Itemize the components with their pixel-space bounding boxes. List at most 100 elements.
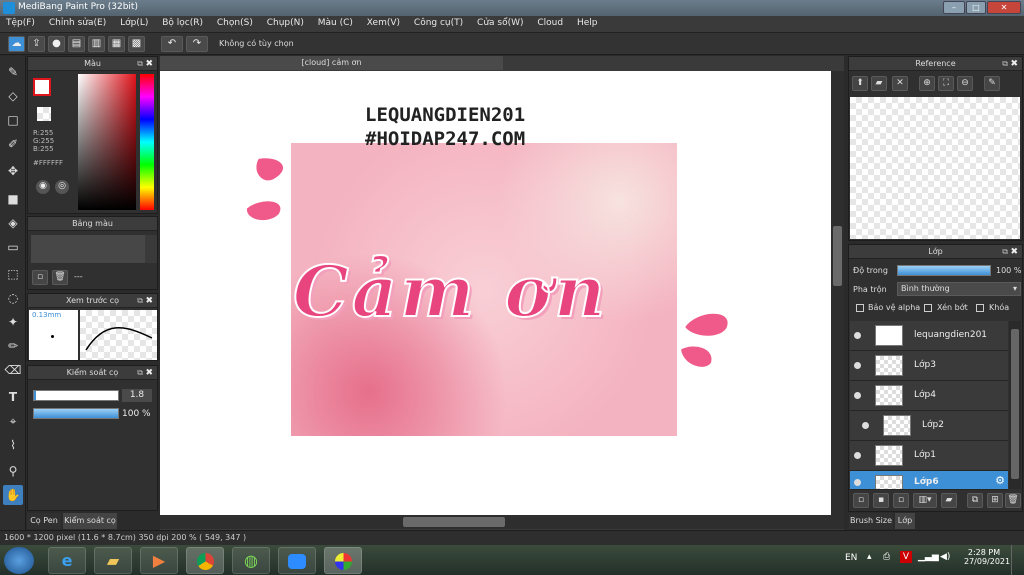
eraser-tool-icon[interactable]: ◇ bbox=[3, 86, 23, 106]
folder-icon[interactable]: ▰ bbox=[871, 76, 887, 91]
lock-checkbox[interactable] bbox=[976, 304, 984, 312]
close-icon[interactable]: ✖ bbox=[1010, 57, 1018, 71]
redo-icon[interactable]: ↷ bbox=[186, 36, 208, 52]
eyedropper-icon[interactable]: ✎ bbox=[984, 76, 1000, 91]
menu-help[interactable]: Help bbox=[571, 16, 603, 28]
visibility-eye-icon[interactable] bbox=[854, 479, 861, 486]
layer-row[interactable]: Lớp3 bbox=[850, 351, 1008, 381]
rect-tool-icon[interactable]: ■ bbox=[3, 189, 23, 209]
select-pen-icon[interactable]: ✏ bbox=[3, 336, 23, 356]
primary-color-swatch[interactable] bbox=[33, 78, 51, 96]
vertical-scroll-thumb[interactable] bbox=[833, 226, 842, 286]
pen-tool-icon[interactable]: ✐ bbox=[3, 134, 23, 154]
tab-brush-size[interactable]: Brush Size bbox=[849, 513, 893, 529]
color-wheel-icon[interactable]: ◉ bbox=[36, 180, 50, 194]
clock[interactable]: 2:28 PM 27/09/2021 bbox=[964, 548, 1010, 566]
close-button[interactable]: ✕ bbox=[987, 1, 1021, 14]
media-player-icon[interactable]: ▶ bbox=[140, 547, 178, 574]
grid-icon[interactable]: ▩ bbox=[128, 36, 145, 52]
undo-icon[interactable]: ↶ bbox=[161, 36, 183, 52]
layer-row[interactable]: lequangdien201 bbox=[850, 321, 1008, 351]
start-button[interactable] bbox=[4, 547, 34, 574]
fill-tool-icon[interactable]: ◈ bbox=[3, 213, 23, 233]
hue-slider[interactable] bbox=[140, 74, 154, 210]
chrome-icon[interactable] bbox=[186, 547, 224, 574]
dock-icon[interactable]: ⧉ bbox=[1002, 57, 1008, 71]
layer-row-selected[interactable]: Lớp6 ⚙ bbox=[850, 471, 1008, 490]
move-tool-icon[interactable]: ✥ bbox=[3, 161, 23, 181]
comment-icon[interactable]: ● bbox=[48, 36, 65, 52]
brush-opacity-slider[interactable] bbox=[33, 408, 119, 419]
trash-icon[interactable]: 🗑 bbox=[52, 270, 68, 285]
layer-row[interactable]: Lớp4 bbox=[850, 381, 1008, 411]
tray-arrow-icon[interactable]: ▴ bbox=[867, 552, 872, 562]
lasso-tool-icon[interactable]: ◌ bbox=[3, 288, 23, 308]
visibility-eye-icon[interactable] bbox=[854, 392, 861, 399]
color-mix-icon[interactable]: ◎ bbox=[55, 180, 69, 194]
select-tool-icon[interactable]: ⬚ bbox=[3, 264, 23, 284]
dot-tool-icon[interactable]: □ bbox=[3, 110, 23, 130]
medibang-icon[interactable] bbox=[324, 547, 362, 574]
close-icon[interactable]: ✖ bbox=[145, 294, 153, 308]
canvas-horizontal-scrollbar[interactable] bbox=[160, 515, 844, 529]
horizontal-scroll-thumb[interactable] bbox=[403, 517, 505, 527]
share-icon[interactable]: ⇪ bbox=[28, 36, 45, 52]
palette-scrollbar[interactable] bbox=[145, 235, 157, 263]
brush-size-value[interactable]: 1.8 bbox=[122, 389, 152, 402]
cloud-upload-icon[interactable]: ⬆ bbox=[852, 76, 868, 91]
new-layer-icon[interactable]: ▫ bbox=[853, 493, 869, 508]
eyedropper-icon[interactable]: ⚲ bbox=[3, 461, 23, 481]
remove-icon[interactable]: ✕ bbox=[892, 76, 908, 91]
tab-brush-control[interactable]: Kiểm soát cọ bbox=[63, 513, 117, 529]
dock-icon[interactable]: ⧉ bbox=[137, 57, 143, 71]
ie-icon[interactable]: e bbox=[48, 547, 86, 574]
visibility-eye-icon[interactable] bbox=[854, 452, 861, 459]
visibility-eye-icon[interactable] bbox=[854, 362, 861, 369]
fit-icon[interactable]: ⛶ bbox=[938, 76, 954, 91]
gear-icon[interactable]: ⚙ bbox=[995, 474, 1005, 487]
layer-list-scrollbar[interactable] bbox=[1009, 321, 1021, 489]
visibility-eye-icon[interactable] bbox=[854, 332, 861, 339]
antivirus-icon[interactable]: V bbox=[900, 551, 912, 563]
show-desktop-button[interactable] bbox=[1011, 545, 1024, 575]
menu-view[interactable]: Xem(V) bbox=[361, 16, 405, 28]
menu-tools[interactable]: Công cụ(T) bbox=[408, 16, 468, 28]
language-indicator[interactable]: EN bbox=[845, 553, 857, 563]
dock-icon[interactable]: ⧉ bbox=[137, 294, 143, 308]
visibility-eye-icon[interactable] bbox=[862, 422, 869, 429]
dock-icon[interactable]: ⧉ bbox=[1002, 245, 1008, 259]
palette-area[interactable] bbox=[31, 235, 145, 263]
folder-icon[interactable]: ▰ bbox=[94, 547, 132, 574]
hand-tool-icon[interactable]: ✋ bbox=[3, 485, 23, 505]
zoom-app-icon[interactable] bbox=[278, 547, 316, 574]
menu-cloud[interactable]: Cloud bbox=[531, 16, 568, 28]
canvas-tab[interactable]: [cloud] cảm ơn bbox=[160, 56, 503, 70]
new-layer-1bit-icon[interactable]: ▫ bbox=[893, 493, 909, 508]
document-icon[interactable]: ▤ bbox=[68, 36, 85, 52]
menu-file[interactable]: Tệp(F) bbox=[0, 16, 40, 28]
page-icon[interactable]: ▥ bbox=[88, 36, 105, 52]
clipping-checkbox[interactable] bbox=[924, 304, 932, 312]
zoom-in-icon[interactable]: ⊕ bbox=[919, 76, 935, 91]
minimize-button[interactable]: – bbox=[943, 1, 965, 14]
add-halftone-icon[interactable]: ▥▾ bbox=[913, 493, 937, 508]
gradient-tool-icon[interactable]: ▭ bbox=[3, 237, 23, 257]
saturation-picker[interactable] bbox=[78, 74, 136, 210]
menu-select[interactable]: Chọn(S) bbox=[211, 16, 258, 28]
menu-layer[interactable]: Lớp(L) bbox=[114, 16, 153, 28]
network-icon[interactable]: ▁▃▅ bbox=[918, 552, 939, 562]
menu-color[interactable]: Màu (C) bbox=[312, 16, 358, 28]
close-icon[interactable]: ✖ bbox=[145, 366, 153, 380]
delete-layer-icon[interactable]: 🗑 bbox=[1005, 493, 1021, 508]
close-icon[interactable]: ✖ bbox=[1010, 245, 1018, 259]
canvas-vertical-scrollbar[interactable] bbox=[831, 71, 844, 515]
layer-row[interactable]: Lớp1 bbox=[850, 441, 1008, 471]
close-icon[interactable]: ✖ bbox=[145, 57, 153, 71]
dock-icon[interactable]: ⧉ bbox=[137, 366, 143, 380]
new-layer-8bit-icon[interactable]: ▪ bbox=[873, 493, 889, 508]
layer-scroll-thumb[interactable] bbox=[1011, 329, 1019, 479]
tab-layer[interactable]: Lớp bbox=[895, 513, 915, 529]
dropper-tool-icon[interactable]: ⌇ bbox=[3, 435, 23, 455]
menu-filter[interactable]: Bộ lọc(R) bbox=[156, 16, 208, 28]
tab-pen[interactable]: Cọ Pen bbox=[27, 513, 61, 529]
